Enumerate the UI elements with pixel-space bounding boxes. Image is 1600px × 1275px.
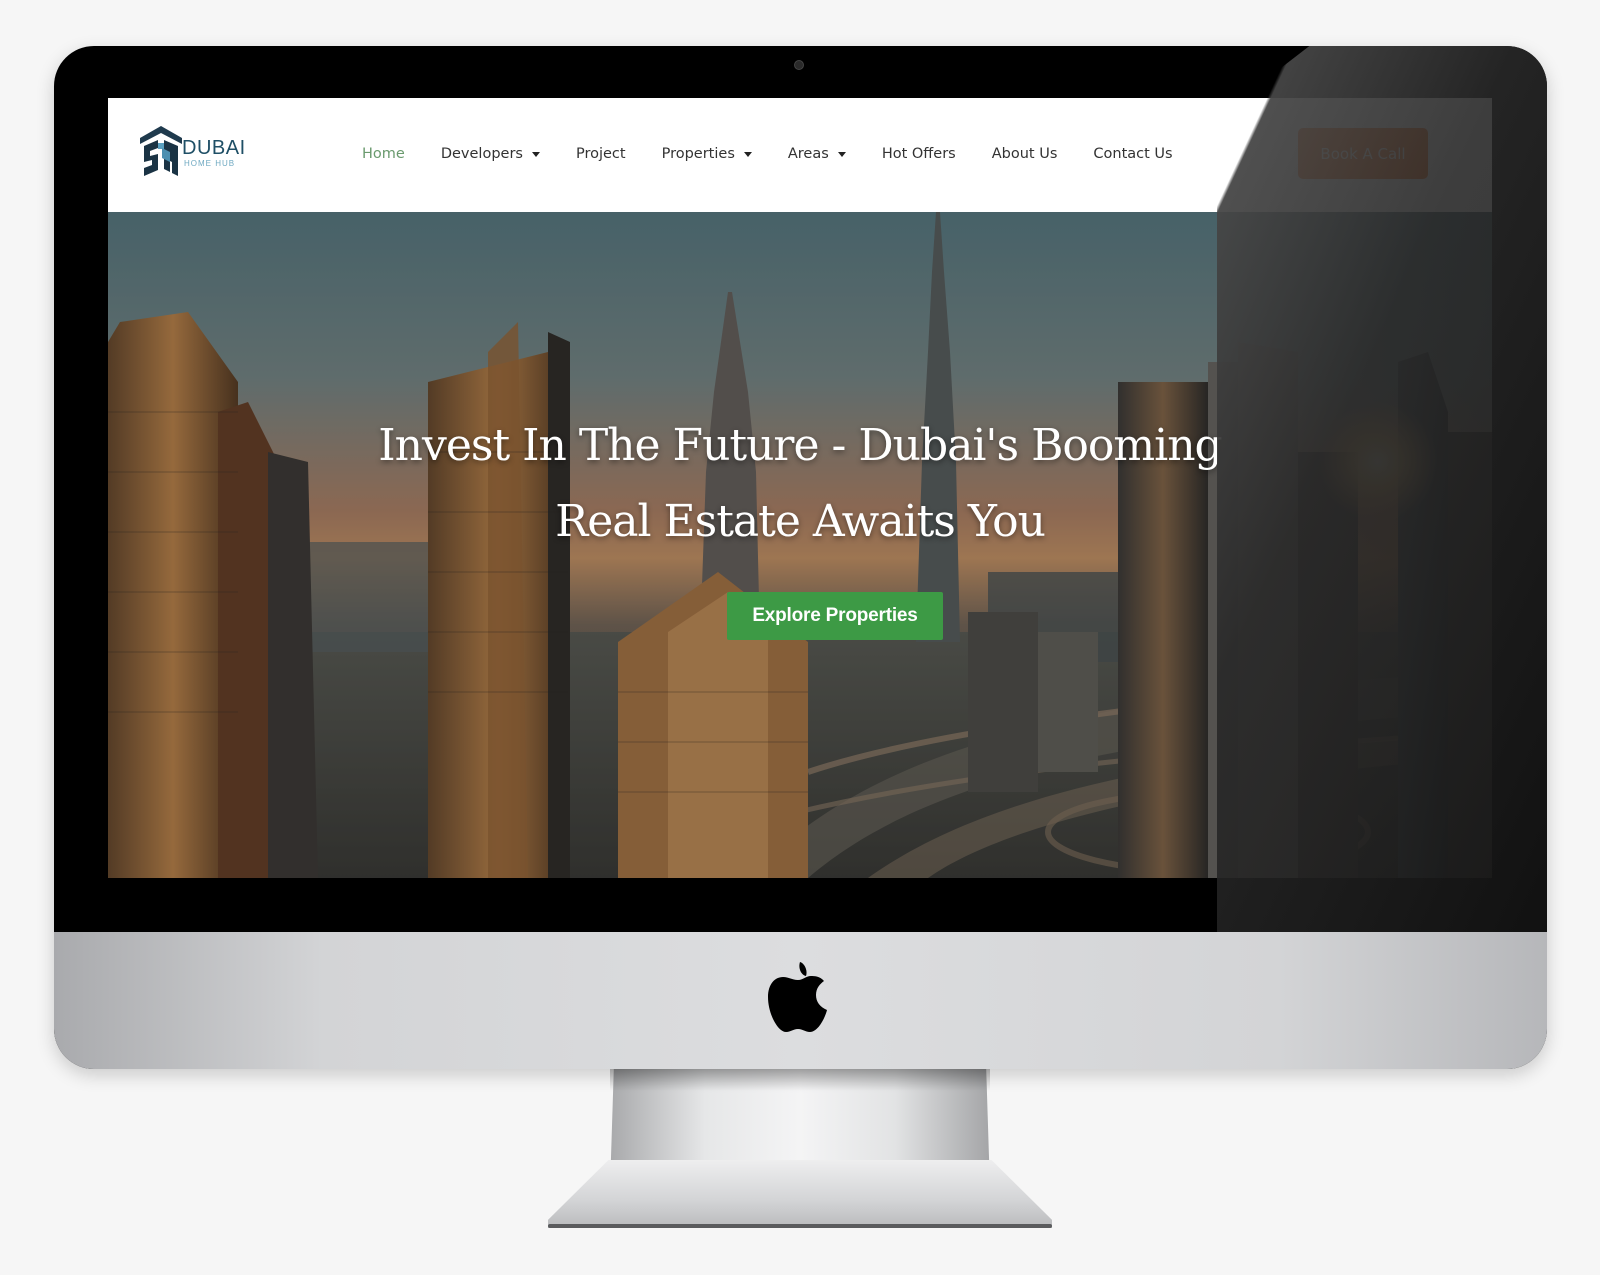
webcam [794, 60, 804, 70]
nav-label: Developers [440, 146, 523, 162]
site-logo[interactable]: DUBAI HOME HUB [138, 124, 248, 186]
hero-heading: Invest In The Future - Dubai's Booming R… [300, 408, 1300, 560]
hero-heading-line-2: Real Estate Awaits You [555, 496, 1046, 547]
caret-down-icon [743, 152, 752, 157]
caret-down-icon [531, 152, 540, 157]
monitor: DUBAI HOME HUB Home Developers Project P… [54, 46, 1547, 1069]
hero-section: Invest In The Future - Dubai's Booming R… [108, 212, 1492, 878]
caret-down-icon [837, 152, 846, 157]
monitor-chin [54, 932, 1547, 1069]
nav-item-properties[interactable]: Properties [662, 146, 752, 162]
nav-label: Hot Offers [881, 146, 956, 162]
stand-shadow [610, 1069, 990, 1091]
logo-wordmark: DUBAI [182, 137, 246, 159]
nav-item-about-us[interactable]: About Us [992, 146, 1058, 162]
nav-label: Home [362, 146, 405, 162]
nav-item-contact-us[interactable]: Contact Us [1093, 146, 1172, 162]
site-header: DUBAI HOME HUB Home Developers Project P… [108, 98, 1492, 212]
hero-heading-line-1: Invest In The Future - Dubai's Booming [378, 420, 1222, 471]
nav-item-project[interactable]: Project [576, 146, 626, 162]
nav-label: Areas [787, 146, 829, 162]
nav-item-areas[interactable]: Areas [788, 146, 846, 162]
explore-properties-button[interactable]: Explore Properties [727, 592, 943, 640]
website-screen: DUBAI HOME HUB Home Developers Project P… [108, 98, 1492, 878]
logo-tagline: HOME HUB [184, 159, 236, 168]
nav-item-hot-offers[interactable]: Hot Offers [882, 146, 956, 162]
nav-label: About Us [991, 146, 1058, 162]
nav-label: Project [575, 146, 626, 162]
monitor-stand-base [548, 1160, 1052, 1228]
nav-label: Contact Us [1093, 146, 1173, 162]
nav-item-home[interactable]: Home [362, 146, 405, 162]
book-a-call-button[interactable]: Book A Call [1298, 128, 1428, 179]
main-navigation: Home Developers Project Properties Areas… [362, 142, 1209, 166]
logo-house-icon [140, 126, 182, 176]
stand-base-edge [548, 1224, 1052, 1228]
apple-logo-icon [768, 962, 827, 1032]
nav-item-developers[interactable]: Developers [441, 146, 540, 162]
desktop-mockup: DUBAI HOME HUB Home Developers Project P… [0, 0, 1600, 1275]
nav-label: Properties [661, 146, 735, 162]
